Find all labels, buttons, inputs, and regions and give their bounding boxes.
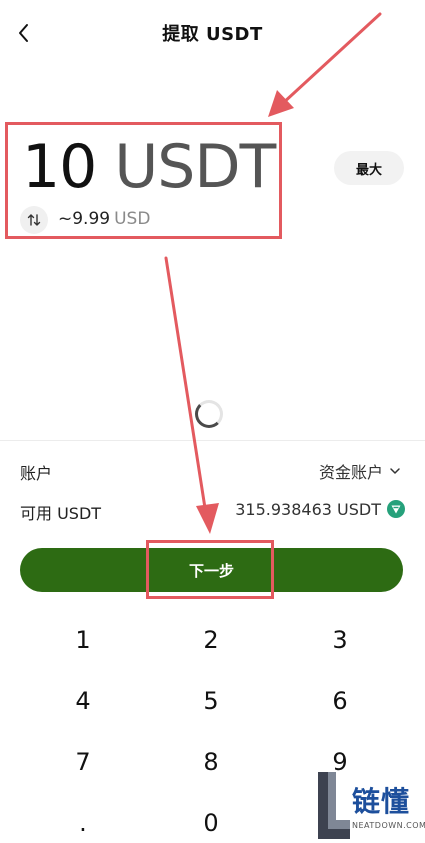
annotation-arrowhead-top — [268, 90, 294, 117]
watermark-logo-icon — [318, 772, 350, 839]
account-value: 资金账户 — [318, 463, 383, 482]
watermark-subtext: NEATDOWN.COM — [352, 821, 425, 830]
keypad-key-3[interactable]: 3 — [280, 620, 400, 660]
page-title: 提取 USDT — [162, 24, 263, 45]
annotation-box-amount — [5, 122, 282, 239]
max-button[interactable]: 最大 — [334, 151, 404, 185]
available-label: 可用 USDT — [20, 504, 102, 523]
divider — [0, 440, 425, 441]
chevron-down-icon — [389, 462, 401, 481]
keypad-key-dot[interactable]: . — [23, 803, 143, 843]
account-select[interactable]: 资金账户 — [319, 459, 401, 483]
annotation-box-next — [146, 540, 274, 599]
keypad-key-5[interactable]: 5 — [151, 681, 271, 721]
account-label: 账户 — [20, 464, 53, 483]
keypad-key-2[interactable]: 2 — [151, 620, 271, 660]
annotation-arrowhead-down — [196, 503, 219, 534]
loading-spinner-icon — [195, 400, 223, 428]
keypad-key-4[interactable]: 4 — [23, 681, 143, 721]
keypad-key-8[interactable]: 8 — [151, 742, 271, 782]
keypad-key-7[interactable]: 7 — [23, 742, 143, 782]
keypad-key-6[interactable]: 6 — [280, 681, 400, 721]
keypad-key-1[interactable]: 1 — [23, 620, 143, 660]
available-value: 315.938463 USDT — [235, 500, 381, 519]
keypad-key-0[interactable]: 0 — [151, 803, 271, 843]
annotation-arrow-line-down — [164, 256, 207, 510]
watermark-text: 链懂 — [352, 785, 411, 818]
tether-icon — [387, 500, 405, 518]
